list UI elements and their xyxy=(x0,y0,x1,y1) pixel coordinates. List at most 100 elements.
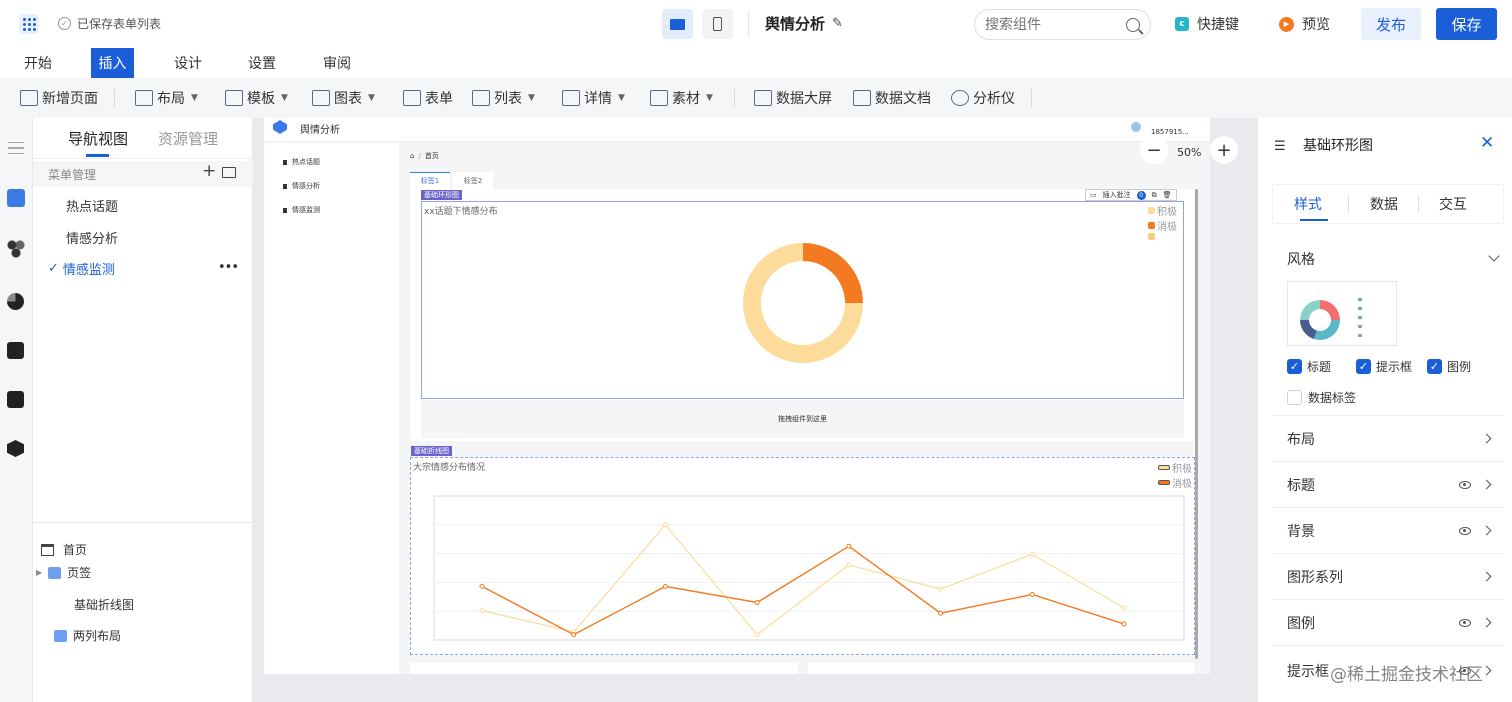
app-title-block[interactable]: 舆情分析 ✎ xyxy=(765,13,843,34)
data-doc-button[interactable]: 数据文档 xyxy=(853,88,931,108)
data-point-消极[interactable] xyxy=(938,610,944,616)
search-icon[interactable] xyxy=(1126,17,1144,35)
style-section-header[interactable]: 风格 xyxy=(1287,249,1315,269)
breadcrumb-home[interactable]: 首页 xyxy=(425,151,439,161)
series-line-积极[interactable] xyxy=(481,523,1125,636)
two-col-right[interactable] xyxy=(808,663,1194,674)
legend-item[interactable]: 消极 xyxy=(1158,475,1192,490)
preview-nav-item[interactable]: 热点话题 xyxy=(283,157,320,167)
tree-node-tabs[interactable]: ▶ 页签 xyxy=(36,564,91,581)
data-point-积极[interactable] xyxy=(1121,605,1127,611)
preview-nav-item[interactable]: 情感分析 xyxy=(283,181,320,191)
checkbox-checked-icon[interactable]: ✓ xyxy=(1287,359,1302,374)
more-options-icon[interactable]: ••• xyxy=(218,260,239,275)
material-button[interactable]: 素材 ▼ xyxy=(650,88,713,108)
tree-node-line-chart[interactable]: 基础折线图 xyxy=(74,596,134,613)
tab-interaction[interactable]: 交互 xyxy=(1439,194,1467,214)
eye-icon[interactable] xyxy=(1459,618,1471,627)
preview-tab-1[interactable]: 标签1 xyxy=(410,172,450,189)
folder-icon[interactable] xyxy=(222,167,236,178)
add-menu-icon[interactable]: + xyxy=(202,161,216,181)
chart-pie-icon[interactable] xyxy=(7,293,24,310)
data-point-积极[interactable] xyxy=(938,586,944,592)
section-series[interactable]: 图形系列 xyxy=(1272,553,1504,599)
tab-data[interactable]: 数据 xyxy=(1370,194,1398,214)
data-point-消极[interactable] xyxy=(1121,621,1127,627)
mobile-view-button[interactable] xyxy=(702,9,733,39)
edit-pencil-icon[interactable]: ✎ xyxy=(832,16,843,31)
checkbox-checked-icon[interactable]: ✓ xyxy=(1356,359,1371,374)
checkbox-title[interactable]: ✓ 标题 xyxy=(1287,358,1331,375)
close-icon[interactable]: ✕ xyxy=(1480,133,1494,153)
checkbox-data-label[interactable]: 数据标签 xyxy=(1287,389,1356,406)
publish-button[interactable]: 发布 xyxy=(1361,8,1421,40)
tab-nav-view[interactable]: 导航视图 xyxy=(62,128,134,149)
desktop-view-button[interactable] xyxy=(662,9,693,39)
list-button[interactable]: 列表 ▼ xyxy=(472,88,535,108)
shortcut-button[interactable]: c 快捷键 xyxy=(1175,14,1239,34)
data-table-icon[interactable] xyxy=(7,342,24,359)
layout-button[interactable]: 布局 ▼ xyxy=(135,88,198,108)
drop-zone[interactable]: 拖拽组件到这里 xyxy=(421,400,1184,438)
new-page-button[interactable]: 新增页面 xyxy=(20,88,98,108)
menu-tab-insert[interactable]: 插入 xyxy=(91,48,134,78)
menu-tab-start[interactable]: 开始 xyxy=(13,48,63,78)
two-col-left[interactable] xyxy=(410,663,798,674)
data-point-积极[interactable] xyxy=(479,608,485,614)
data-point-消极[interactable] xyxy=(846,543,852,549)
menu-item-sentiment-monitor[interactable]: ✓ 情感监测 xyxy=(48,259,115,278)
annotate-label[interactable]: 插入批注 xyxy=(1103,190,1131,200)
chart-button[interactable]: 图表 ▼ xyxy=(312,88,375,108)
zoom-out-button[interactable]: − xyxy=(1140,136,1168,164)
legend-item[interactable] xyxy=(1148,233,1157,240)
pages-icon[interactable] xyxy=(7,189,25,207)
checkbox-tooltip[interactable]: ✓ 提示框 xyxy=(1356,358,1412,375)
search-input[interactable] xyxy=(985,16,1115,33)
data-point-消极[interactable] xyxy=(571,632,577,638)
components-icon[interactable] xyxy=(6,238,26,258)
legend-item[interactable]: 消极 xyxy=(1148,218,1177,233)
comment-icon[interactable]: ▭ xyxy=(1090,191,1097,199)
copy-icon[interactable]: ⧉ xyxy=(1152,191,1157,200)
tab-style[interactable]: 样式 xyxy=(1294,194,1322,214)
style-thumbnail[interactable] xyxy=(1287,281,1397,346)
section-layout[interactable]: 布局 xyxy=(1272,415,1504,461)
menu-item-sentiment-analysis[interactable]: 情感分析 xyxy=(66,228,118,247)
zoom-in-button[interactable]: + xyxy=(1210,136,1238,164)
checkbox-unchecked-icon[interactable] xyxy=(1287,390,1302,405)
data-point-消极[interactable] xyxy=(754,599,760,605)
section-legend[interactable]: 图例 xyxy=(1272,599,1504,645)
preview-tab-2[interactable]: 标签2 xyxy=(453,172,493,189)
menu-tab-design[interactable]: 设计 xyxy=(163,48,213,78)
checkbox-legend[interactable]: ✓ 图例 xyxy=(1427,358,1471,375)
checkbox-checked-icon[interactable]: ✓ xyxy=(1427,359,1442,374)
menu-item-hot-topics[interactable]: 热点话题 xyxy=(66,196,118,215)
tree-node-home[interactable]: 首页 xyxy=(41,541,87,558)
form-button[interactable]: 表单 xyxy=(403,88,453,108)
legend-item[interactable]: 积极 xyxy=(1158,460,1192,475)
save-button[interactable]: 保存 xyxy=(1436,8,1497,40)
data-point-消极[interactable] xyxy=(662,583,668,589)
tab-resource-mgmt[interactable]: 资源管理 xyxy=(152,128,224,149)
detail-button[interactable]: 详情 ▼ xyxy=(562,88,625,108)
preview-nav-item[interactable]: 情感监测 xyxy=(283,205,320,215)
delete-icon[interactable]: 🗑 xyxy=(1163,191,1172,199)
search-box[interactable] xyxy=(974,9,1151,40)
legend-item[interactable]: 积极 xyxy=(1148,203,1177,218)
data-point-积极[interactable] xyxy=(1029,551,1035,557)
analyzer-button[interactable]: 分析仪 xyxy=(951,88,1015,108)
data-point-消极[interactable] xyxy=(479,583,485,589)
collapse-menu-icon[interactable] xyxy=(8,142,24,154)
apps-grid-icon[interactable] xyxy=(19,14,39,34)
eye-icon[interactable] xyxy=(1459,480,1471,489)
tree-node-two-col[interactable]: 两列布局 xyxy=(54,627,121,644)
eye-icon[interactable] xyxy=(1459,526,1471,535)
analytics-icon[interactable] xyxy=(7,391,24,408)
big-screen-button[interactable]: 数据大屏 xyxy=(754,88,832,108)
donut-slice-消极[interactable] xyxy=(803,243,863,303)
data-point-消极[interactable] xyxy=(1029,591,1035,597)
preview-button[interactable]: ▶ 预览 xyxy=(1279,14,1330,34)
data-point-积极[interactable] xyxy=(846,562,852,568)
caret-right-icon[interactable]: ▶ xyxy=(36,568,42,577)
canvas-scrollbar[interactable] xyxy=(1195,189,1198,659)
